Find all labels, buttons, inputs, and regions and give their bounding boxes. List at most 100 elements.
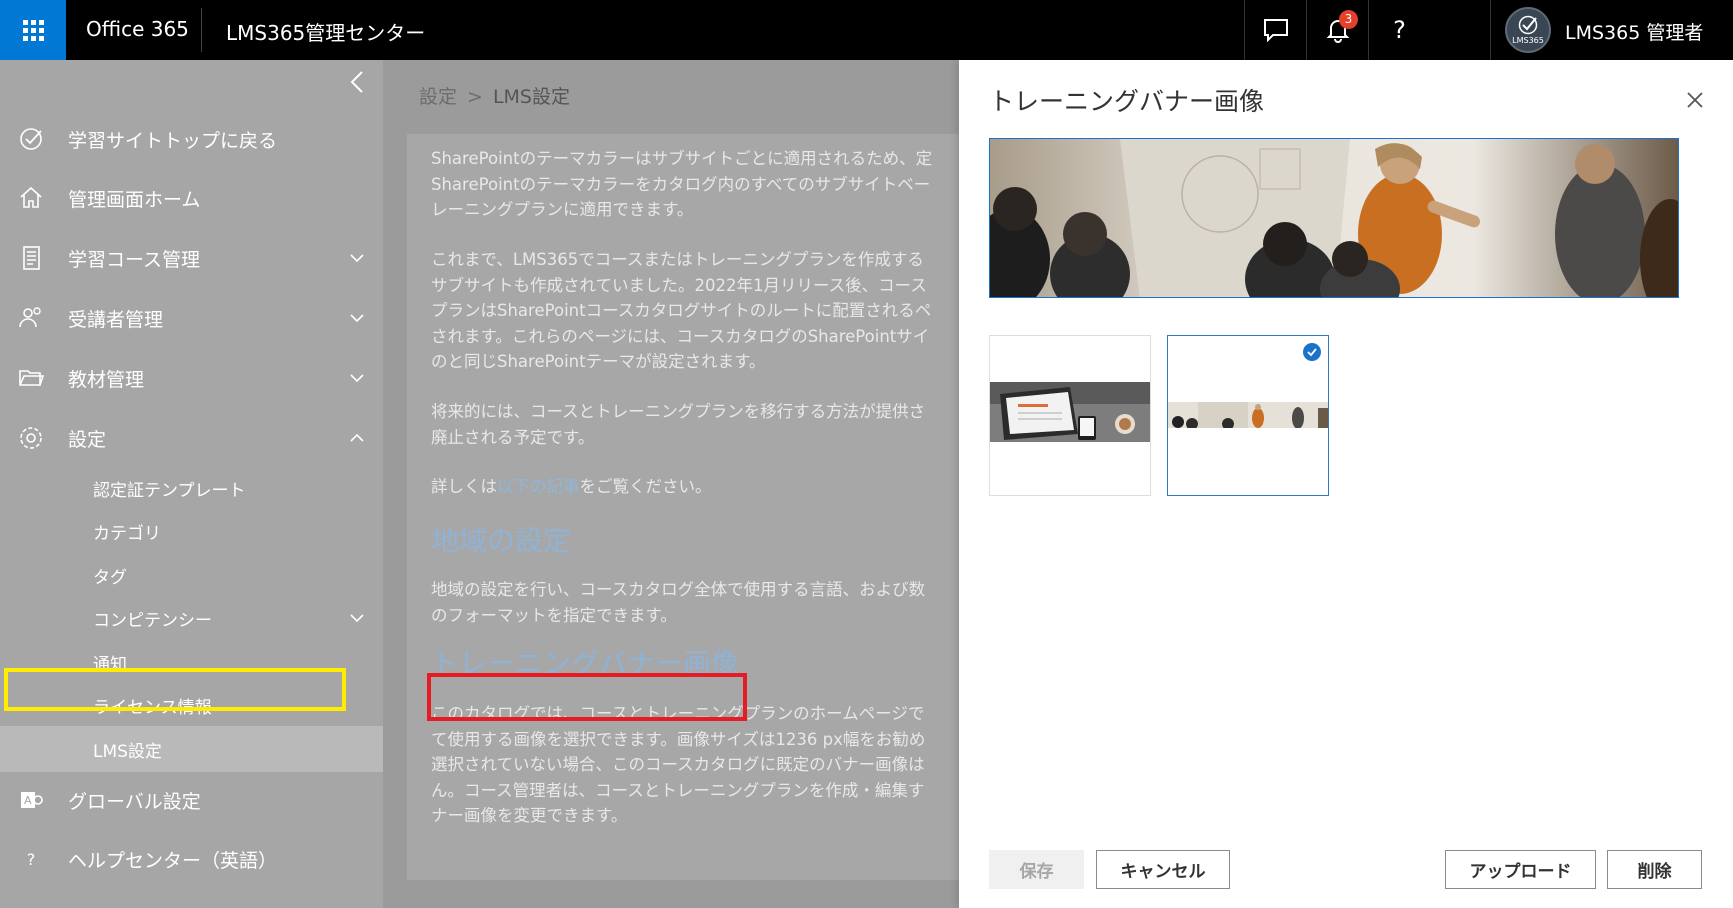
nav-item-global-settings[interactable]: A グローバル設定: [0, 775, 383, 825]
sub-item-label: LMS設定: [93, 741, 162, 762]
nav-item-material-management[interactable]: 教材管理: [0, 353, 383, 403]
left-navigation: 学習サイトトップに戻る 管理画面ホーム 学習コース管理 受講者管理 教材管理 設…: [0, 60, 383, 908]
text-line: これまで、LMS365でコースまたはトレーニングプランを作成する: [431, 250, 924, 269]
sub-item-tags[interactable]: タグ: [0, 555, 383, 595]
clock-check-icon: [1518, 15, 1538, 35]
text-line: サブサイトも作成されていました。2022年1月リリース後、コース: [431, 275, 927, 295]
article-link[interactable]: 以下の記事: [497, 477, 580, 496]
nav-item-label: 管理画面ホーム: [68, 188, 201, 211]
check-circle-icon: [18, 126, 44, 152]
sub-item-label: コンピテンシー: [93, 610, 212, 631]
sub-item-competencies[interactable]: コンピテンシー: [0, 598, 383, 638]
chevron-left-icon: [350, 71, 363, 93]
office365-brand[interactable]: Office 365: [86, 17, 189, 41]
text-line: ナー画像を変更できます。: [431, 806, 628, 825]
breadcrumb-root[interactable]: 設定: [419, 86, 457, 108]
feedback-button[interactable]: [1244, 0, 1306, 60]
panel-title: トレーニングバナー画像: [989, 87, 1265, 116]
nav-item-label: 設定: [68, 428, 107, 451]
text-line: 選択されていない場合、このコースカタログに既定のバナー画像は: [431, 755, 925, 774]
user-name: LMS365 管理者: [1565, 22, 1704, 44]
top-bar: Office 365 LMS365管理センター 3 ? LMS365 LMS36…: [0, 0, 1733, 60]
sub-item-categories[interactable]: カテゴリ: [0, 511, 383, 551]
banner-thumbnail-presentation[interactable]: [1167, 335, 1329, 496]
app-launcher-button[interactable]: [0, 0, 66, 60]
paragraph-region: 地域の設定を行い、コースカタログ全体で使用する言語、および数 のフォーマットを指…: [431, 577, 967, 628]
help-button[interactable]: ?: [1368, 0, 1430, 60]
nav-item-label: グローバル設定: [68, 790, 201, 813]
chat-icon: [1263, 19, 1288, 42]
text-fragment: をご覧ください。: [579, 477, 712, 496]
breadcrumb-current: LMS設定: [492, 86, 570, 108]
document-icon: [18, 245, 44, 271]
text-line: 廃止される予定です。: [431, 427, 595, 447]
highlight-box-red: [427, 673, 747, 721]
settings-card: SharePointのテーマカラーはサブサイトごとに適用されるため、定 Shar…: [407, 134, 967, 880]
paragraph-details: 詳しくは以下の記事をご覧ください。: [431, 474, 967, 500]
sub-item-label: 認定証テンプレート: [93, 480, 246, 501]
folder-icon: [18, 365, 44, 391]
notification-badge: 3: [1339, 10, 1358, 29]
banner-image-panel: トレーニングバナー画像 保存 キャンセル アップロード 削除: [959, 60, 1733, 908]
text-line: 地域の設定を行い、コースカタログ全体で使用する言語、および数: [431, 580, 926, 599]
banner-preview-image: [989, 138, 1679, 298]
question-icon: ?: [1393, 16, 1406, 44]
collapse-nav-button[interactable]: [350, 70, 364, 101]
text-line: されます。これらのページには、コースカタログのSharePointサイ: [431, 326, 930, 346]
notifications-button[interactable]: 3: [1306, 0, 1368, 60]
close-icon[interactable]: [1685, 90, 1705, 110]
nav-item-label: 教材管理: [68, 368, 145, 391]
help-icon: ?: [18, 846, 44, 872]
chevron-down-icon: [350, 614, 364, 623]
text-line: レーニングプランに適用できます。: [431, 200, 694, 219]
text-line: ん。コース管理者は、コースとトレーニングプランを作成・編集す: [431, 780, 925, 800]
svg-text:A: A: [24, 794, 32, 807]
text-line: 将来的には、コースとトレーニングプランを移行する方法が提供さ: [431, 402, 926, 421]
nav-item-label: 学習サイトトップに戻る: [68, 129, 278, 152]
paragraph-theme: SharePointのテーマカラーはサブサイトごとに適用されるため、定 Shar…: [431, 146, 967, 223]
chevron-down-icon: [350, 314, 364, 323]
waffle-icon: [22, 19, 44, 41]
nav-item-learner-management[interactable]: 受講者管理: [0, 293, 383, 343]
text-line: SharePointのテーマカラーをカタログ内のすべてのサブサイトベー: [431, 174, 931, 194]
global-settings-icon: A: [18, 787, 44, 813]
nav-item-admin-home[interactable]: 管理画面ホーム: [0, 173, 383, 223]
chevron-up-icon: [350, 433, 364, 442]
text-line: のフォーマットを指定できます。: [431, 605, 677, 625]
paragraph-migration: 将来的には、コースとトレーニングプランを移行する方法が提供さ 廃止される予定です…: [431, 399, 967, 450]
selected-check-icon: [1303, 343, 1321, 361]
breadcrumb: 設定 > LMS設定: [419, 82, 570, 109]
cancel-button[interactable]: キャンセル: [1096, 850, 1230, 889]
region-settings-heading: 地域の設定: [431, 524, 572, 557]
paragraph-subsites: これまで、LMS365でコースまたはトレーニングプランを作成する サブサイトも作…: [431, 247, 967, 375]
avatar-caption: LMS365: [1512, 36, 1544, 45]
text-line: て使用する画像を選択できます。画像サイズは1236 px幅をお勧め: [431, 729, 926, 749]
breadcrumb-separator: >: [467, 86, 483, 108]
user-menu[interactable]: LMS365 LMS365 管理者: [1490, 0, 1733, 60]
help-glyph: ?: [26, 849, 36, 869]
nav-item-back-to-top[interactable]: 学習サイトトップに戻る: [0, 114, 383, 164]
nav-item-label: ヘルプセンター（英語）: [68, 849, 278, 872]
save-button[interactable]: 保存: [989, 850, 1084, 889]
sub-item-label: タグ: [93, 567, 127, 588]
chevron-down-icon: [350, 254, 364, 263]
sub-item-certificate-templates[interactable]: 認定証テンプレート: [0, 468, 383, 508]
delete-button[interactable]: 削除: [1607, 850, 1702, 889]
nav-item-course-management[interactable]: 学習コース管理: [0, 233, 383, 283]
banner-thumbnail-laptop[interactable]: [989, 335, 1151, 496]
text-line: SharePointのテーマカラーはサブサイトごとに適用されるため、定: [431, 149, 933, 168]
app-title[interactable]: LMS365管理センター: [226, 17, 425, 46]
sub-item-label: カテゴリ: [93, 523, 161, 544]
nav-item-label: 受講者管理: [68, 308, 164, 331]
text-fragment: 詳しくは: [431, 477, 497, 496]
nav-item-settings[interactable]: 設定: [0, 413, 383, 463]
main-content: 設定 > LMS設定 SharePointのテーマカラーはサブサイトごとに適用される…: [383, 60, 967, 908]
upload-button[interactable]: アップロード: [1445, 850, 1596, 889]
gear-icon: [18, 425, 44, 451]
brand-divider: [201, 8, 202, 52]
text-line: プランはSharePointコースカタログサイトのルートに配置されるペ: [431, 301, 932, 320]
home-icon: [18, 185, 44, 211]
nav-item-help-center[interactable]: ? ヘルプセンター（英語）: [0, 834, 383, 884]
sub-item-lms-settings[interactable]: LMS設定: [0, 726, 383, 772]
text-line: のと同じSharePointテーマが設定されます。: [431, 352, 766, 371]
